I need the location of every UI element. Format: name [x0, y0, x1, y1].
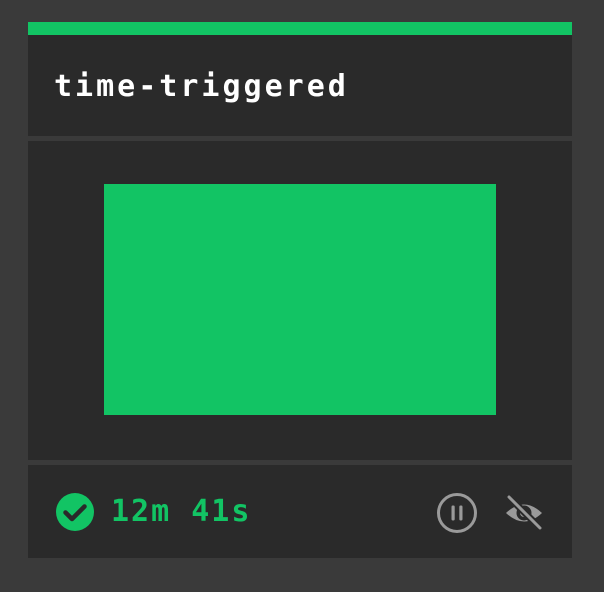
elapsed-time: 12m 41s	[111, 494, 252, 529]
check-circle-icon	[56, 493, 94, 531]
eye-off-icon[interactable]	[503, 493, 545, 533]
card-title: time-triggered	[54, 69, 349, 104]
job-card: time-triggered 12m 41s	[28, 22, 572, 558]
preview-thumbnail[interactable]	[104, 184, 496, 415]
card-header: time-triggered	[28, 35, 572, 135]
card-body	[28, 141, 572, 460]
pause-icon[interactable]	[436, 492, 478, 534]
card-footer: 12m 41s	[28, 465, 572, 558]
status-accent-bar	[28, 22, 572, 35]
